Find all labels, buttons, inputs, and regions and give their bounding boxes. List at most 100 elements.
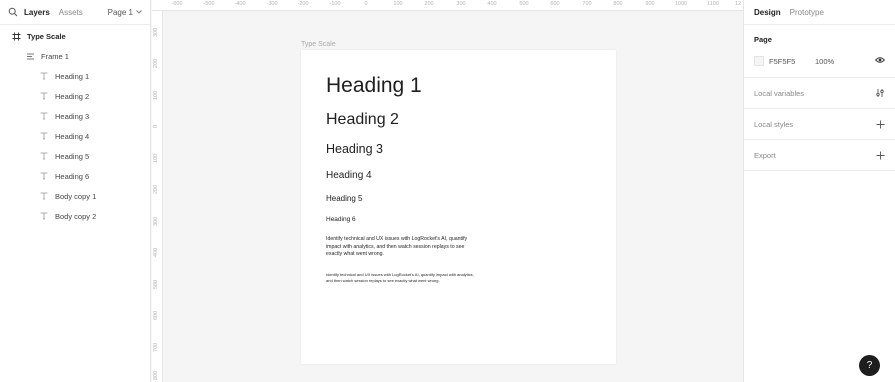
design-panel: Design Prototype Page F5F5F5 100% Local …	[743, 0, 895, 382]
local-styles-section: Local styles	[744, 108, 895, 139]
page-selector-label: Page 1	[107, 7, 133, 17]
ruler-tick-label: -500	[203, 1, 215, 7]
layers-panel: Layers Assets Page 1 Type Scale Frame 1	[0, 0, 151, 382]
text-icon	[39, 171, 49, 181]
ruler-tick-label: 100	[153, 153, 159, 163]
ruler-tick-label: 300	[153, 216, 159, 226]
design-panel-header: Design Prototype	[744, 0, 895, 24]
layer-label: Heading 5	[55, 151, 90, 161]
text-icon	[39, 191, 49, 201]
layer-item-heading-1[interactable]: Heading 1	[0, 66, 150, 86]
ruler-tick-label: 700	[582, 1, 592, 7]
page-selector[interactable]: Page 1	[108, 8, 142, 17]
heading-5-text[interactable]: Heading 5	[326, 194, 362, 203]
ruler-tick-label: 12	[734, 1, 742, 7]
layer-label: Body copy 2	[55, 211, 97, 221]
layer-label: Heading 1	[55, 71, 90, 81]
auto-layout-icon	[25, 51, 35, 61]
layer-label: Frame 1	[41, 51, 69, 61]
help-button[interactable]: ?	[859, 355, 880, 376]
text-icon	[39, 91, 49, 101]
tab-design[interactable]: Design	[754, 8, 781, 17]
ruler-tick-label: 300	[456, 1, 466, 7]
heading-3-text[interactable]: Heading 3	[326, 142, 383, 156]
layer-item-type-scale[interactable]: Type Scale	[0, 26, 150, 46]
section-title: Export	[754, 150, 776, 160]
local-variables-row[interactable]: Local variables	[754, 78, 885, 108]
layer-item-heading-5[interactable]: Heading 5	[0, 146, 150, 166]
variables-settings-icon[interactable]	[875, 88, 885, 98]
tab-prototype[interactable]: Prototype	[790, 8, 824, 17]
text-icon	[39, 111, 49, 121]
layer-item-frame-1[interactable]: Frame 1	[0, 46, 150, 66]
heading-4-text[interactable]: Heading 4	[326, 170, 372, 181]
page-background-row[interactable]: F5F5F5 100%	[754, 53, 886, 69]
ruler-tick-label: 700	[153, 342, 159, 352]
section-title: Local variables	[754, 88, 805, 98]
layer-item-body-copy-2[interactable]: Body copy 2	[0, 206, 150, 226]
ruler-tick-label: 1000	[674, 1, 688, 7]
ruler-tick-label: -400	[234, 1, 246, 7]
layer-label: Heading 2	[55, 91, 90, 101]
ruler-tick-label: 100	[153, 90, 159, 100]
text-icon	[39, 131, 49, 141]
ruler-tick-label: 300	[153, 27, 159, 37]
layer-item-heading-4[interactable]: Heading 4	[0, 126, 150, 146]
ruler-tick-label: 400	[153, 247, 159, 257]
text-icon	[39, 71, 49, 81]
plus-icon[interactable]	[876, 151, 885, 160]
frame-icon	[11, 31, 21, 41]
page-section: Page F5F5F5 100%	[744, 24, 895, 69]
layer-item-heading-6[interactable]: Heading 6	[0, 166, 150, 186]
tab-layers[interactable]: Layers	[24, 8, 50, 17]
ruler-tick-label: 600	[550, 1, 560, 7]
export-row[interactable]: Export	[754, 140, 885, 170]
ruler-tick-label: 200	[153, 184, 159, 194]
ruler-tick-label: 100	[393, 1, 403, 7]
heading-1-text[interactable]: Heading 1	[326, 74, 422, 98]
chevron-down-icon	[136, 10, 142, 14]
background-hex-input[interactable]: F5F5F5	[769, 57, 809, 66]
ruler-tick-label: 800	[153, 370, 159, 380]
layer-label: Heading 3	[55, 111, 90, 121]
ruler-tick-label: 200	[153, 58, 159, 68]
body-copy-1-text[interactable]: Identify technical and UX issues with Lo…	[326, 236, 476, 259]
text-icon	[39, 211, 49, 221]
color-swatch[interactable]	[754, 56, 764, 66]
ruler-tick-label: 500	[519, 1, 529, 7]
layer-label: Body copy 1	[55, 191, 97, 201]
ruler-tick-label: 400	[487, 1, 497, 7]
local-styles-row[interactable]: Local styles	[754, 109, 885, 139]
layer-item-body-copy-1[interactable]: Body copy 1	[0, 186, 150, 206]
frame-name-label[interactable]: Type Scale	[301, 41, 336, 48]
section-title: Local styles	[754, 119, 794, 129]
heading-6-text[interactable]: Heading 6	[326, 216, 356, 223]
ruler-tick-label: 0	[364, 1, 368, 7]
layer-item-heading-2[interactable]: Heading 2	[0, 86, 150, 106]
export-section: Export	[744, 139, 895, 171]
type-scale-frame[interactable]: Heading 1 Heading 2 Heading 3 Heading 4 …	[301, 50, 616, 364]
ruler-tick-label: 500	[153, 279, 159, 289]
ruler-tick-label: -600	[171, 1, 183, 7]
eye-icon[interactable]	[874, 56, 886, 66]
ruler-tick-label: 0	[153, 124, 159, 128]
background-opacity-input[interactable]: 100%	[815, 57, 834, 66]
page-section-title: Page	[754, 25, 885, 53]
ruler-tick-label: 900	[645, 1, 655, 7]
layers-panel-header: Layers Assets Page 1	[0, 0, 150, 24]
layer-label: Heading 6	[55, 171, 90, 181]
plus-icon[interactable]	[876, 120, 885, 129]
ruler-tick-label: -200	[297, 1, 309, 7]
heading-2-text[interactable]: Heading 2	[326, 111, 399, 129]
ruler-tick-label: 800	[613, 1, 623, 7]
ruler-horizontal: -600 -500 -400 -300 -200 -100 0 100 200 …	[152, 0, 743, 11]
ruler-vertical: 300 200 100 0 100 200 300 400 500 600 70…	[152, 11, 163, 382]
local-variables-section: Local variables	[744, 77, 895, 108]
tab-assets[interactable]: Assets	[59, 8, 83, 17]
layer-item-heading-3[interactable]: Heading 3	[0, 106, 150, 126]
body-copy-2-text[interactable]: Identify technical and UX issues with Lo…	[326, 272, 476, 284]
layer-label: Heading 4	[55, 131, 90, 141]
search-icon[interactable]	[8, 7, 18, 17]
design-canvas[interactable]: Type Scale Heading 1 Heading 2 Heading 3…	[163, 11, 743, 382]
layer-list: Type Scale Frame 1 Heading 1 Heading 2 H…	[0, 25, 150, 226]
